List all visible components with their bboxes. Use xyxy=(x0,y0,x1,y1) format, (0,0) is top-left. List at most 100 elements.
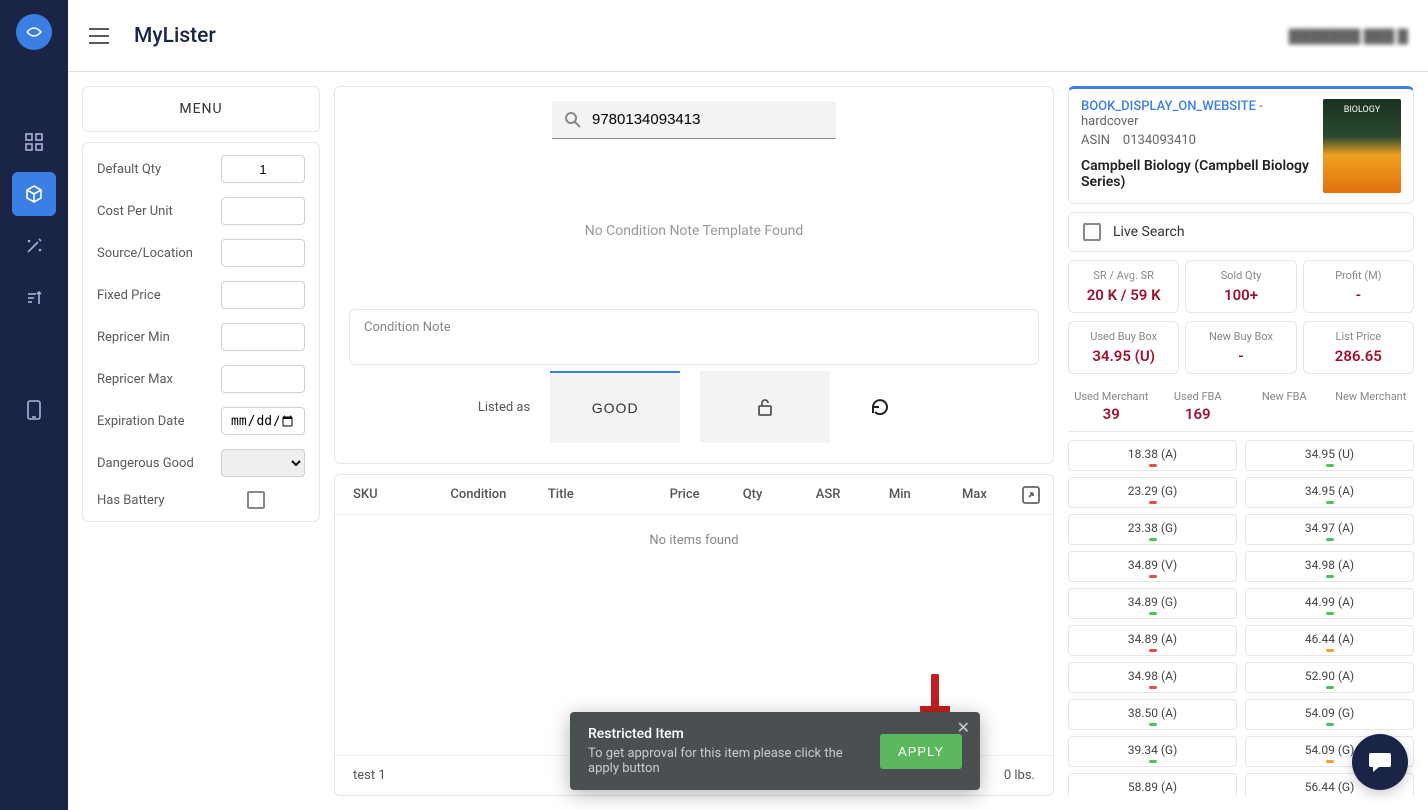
toast-title: Restricted Item xyxy=(588,726,866,742)
repricer-min-input[interactable] xyxy=(221,323,305,351)
settings-form: Default Qty Cost Per Unit Source/Locatio… xyxy=(82,142,320,522)
menu-button[interactable]: MENU xyxy=(82,86,320,132)
tab-used-fba[interactable]: Used FBA 169 xyxy=(1155,382,1242,431)
source-input[interactable] xyxy=(221,239,305,267)
repricer-max-input[interactable] xyxy=(221,365,305,393)
expiration-label: Expiration Date xyxy=(97,414,185,429)
table-header: SKU Condition Title Price Qty ASR Min Ma… xyxy=(335,475,1053,515)
price-col-used-merchant: 18.38 (A) 23.29 (G) 23.38 (G) 34.89 (V) 34.8… xyxy=(1068,440,1237,796)
toast-subtitle: To get approval for this item please cli… xyxy=(588,746,866,776)
tab-new-fba[interactable]: New FBA xyxy=(1241,382,1328,431)
has-battery-checkbox[interactable] xyxy=(247,491,265,509)
has-battery-label: Has Battery xyxy=(97,493,165,508)
condition-good-button[interactable]: GOOD xyxy=(550,371,680,443)
listed-as-label: Listed as xyxy=(478,400,530,415)
header: MyLister ▓▓▓▓▓▓▓ ▓▓▓ ▓ xyxy=(68,0,1428,72)
stat-profit: Profit (M) - xyxy=(1303,260,1414,313)
live-search-label: Live Search xyxy=(1113,224,1185,240)
settings-column: MENU Default Qty Cost Per Unit Source/Lo… xyxy=(82,86,320,796)
lock-button[interactable] xyxy=(700,371,830,443)
asin-label: ASIN xyxy=(1081,133,1110,148)
refresh-button[interactable] xyxy=(850,377,910,437)
nav-dashboard-icon[interactable] xyxy=(12,120,56,164)
fixed-price-label: Fixed Price xyxy=(97,288,161,303)
apply-button[interactable]: APPLY xyxy=(880,734,962,769)
price-chip[interactable]: 18.38 (A) xyxy=(1068,440,1237,471)
nav-sort-icon[interactable] xyxy=(12,276,56,320)
nav-rail xyxy=(0,0,68,810)
price-chip[interactable]: 46.44 (A) xyxy=(1245,625,1414,656)
price-tabs: Used Merchant 39 Used FBA 169 New FBA Ne… xyxy=(1068,382,1414,432)
price-chip[interactable]: 39.34 (G) xyxy=(1068,736,1237,767)
no-template-message: No Condition Note Template Found xyxy=(349,139,1039,309)
footer-batch-name: test 1 xyxy=(353,768,386,783)
price-chip[interactable]: 34.89 (G) xyxy=(1068,588,1237,619)
th-sku: SKU xyxy=(353,487,450,502)
dangerous-label: Dangerous Good xyxy=(97,456,194,471)
live-search-row: Live Search xyxy=(1068,212,1414,252)
price-chip[interactable]: 34.89 (V) xyxy=(1068,551,1237,582)
search-input[interactable] xyxy=(592,111,824,128)
stats-row-1: SR / Avg. SR 20 K / 59 K Sold Qty 100+ P… xyxy=(1068,260,1414,313)
price-chip[interactable]: 44.99 (A) xyxy=(1245,588,1414,619)
product-panel: BOOK_DISPLAY_ON_WEBSITE - hardcover ASIN… xyxy=(1068,86,1414,796)
cost-per-unit-input[interactable] xyxy=(221,197,305,225)
cost-per-unit-label: Cost Per Unit xyxy=(97,204,173,219)
price-chip[interactable]: 34.97 (A) xyxy=(1245,514,1414,545)
product-image: BIOLOGY xyxy=(1323,99,1401,193)
stat-used-buy-box: Used Buy Box 34.95 (U) xyxy=(1068,321,1179,374)
price-chip[interactable]: 34.95 (U) xyxy=(1245,440,1414,471)
repricer-min-label: Repricer Min xyxy=(97,330,170,345)
stat-list-price: List Price 286.65 xyxy=(1303,321,1414,374)
price-chip[interactable]: 23.38 (G) xyxy=(1068,514,1237,545)
asin-value: 0134093410 xyxy=(1123,133,1196,148)
tab-new-merchant[interactable]: New Merchant xyxy=(1328,382,1415,431)
tab-used-merchant[interactable]: Used Merchant 39 xyxy=(1068,382,1155,431)
restricted-item-toast: ✕ Restricted Item To get approval for th… xyxy=(570,712,980,790)
price-chip[interactable]: 58.89 (A) xyxy=(1068,773,1237,796)
nav-device-icon[interactable] xyxy=(12,388,56,432)
price-chip[interactable]: 38.50 (A) xyxy=(1068,699,1237,730)
nav-lister-icon[interactable] xyxy=(12,172,56,216)
expand-icon[interactable] xyxy=(1021,485,1041,505)
toast-close-icon[interactable]: ✕ xyxy=(957,718,970,737)
default-qty-label: Default Qty xyxy=(97,162,161,177)
app-title: MyLister xyxy=(134,24,216,48)
product-title: Campbell Biology (Campbell Biology Serie… xyxy=(1081,158,1313,190)
logo[interactable] xyxy=(16,14,52,50)
account-dropdown[interactable]: ▓▓▓▓▓▓▓ ▓▓▓ ▓ xyxy=(1289,27,1408,44)
search-icon xyxy=(564,111,582,129)
nav-wand-icon[interactable] xyxy=(12,224,56,268)
price-chip[interactable]: 23.29 (G) xyxy=(1068,477,1237,508)
th-price: Price xyxy=(670,487,743,502)
repricer-max-label: Repricer Max xyxy=(97,372,173,387)
chat-button[interactable] xyxy=(1352,734,1408,790)
expiration-input[interactable] xyxy=(221,407,305,435)
th-asr: ASR xyxy=(816,487,889,502)
footer-weight: 0 lbs. xyxy=(1004,768,1035,783)
stats-row-2: Used Buy Box 34.95 (U) New Buy Box - Lis… xyxy=(1068,321,1414,374)
th-min: Min xyxy=(889,487,962,502)
price-chip[interactable]: 54.09 (G) xyxy=(1245,699,1414,730)
listing-card: No Condition Note Template Found Conditi… xyxy=(334,86,1054,464)
price-chip[interactable]: 52.90 (A) xyxy=(1245,662,1414,693)
stat-new-buy-box: New Buy Box - xyxy=(1185,321,1296,374)
hamburger-icon[interactable] xyxy=(88,27,110,45)
main: MENU Default Qty Cost Per Unit Source/Lo… xyxy=(68,72,1428,810)
th-title: Title xyxy=(548,487,670,502)
price-chip[interactable]: 34.98 (A) xyxy=(1245,551,1414,582)
price-chip[interactable]: 34.89 (A) xyxy=(1068,625,1237,656)
condition-note-input[interactable]: Condition Note xyxy=(349,309,1039,365)
price-chip[interactable]: 34.95 (A) xyxy=(1245,477,1414,508)
source-label: Source/Location xyxy=(97,246,193,261)
product-card: BOOK_DISPLAY_ON_WEBSITE - hardcover ASIN… xyxy=(1068,86,1414,204)
th-condition: Condition xyxy=(450,487,547,502)
price-chip[interactable]: 34.98 (A) xyxy=(1068,662,1237,693)
product-link[interactable]: BOOK_DISPLAY_ON_WEBSITE xyxy=(1081,99,1256,114)
stat-sales-rank: SR / Avg. SR 20 K / 59 K xyxy=(1068,260,1179,313)
fixed-price-input[interactable] xyxy=(221,281,305,309)
default-qty-input[interactable] xyxy=(221,155,305,183)
stat-sold-qty: Sold Qty 100+ xyxy=(1185,260,1296,313)
dangerous-select[interactable] xyxy=(221,449,305,477)
live-search-checkbox[interactable] xyxy=(1083,223,1101,241)
